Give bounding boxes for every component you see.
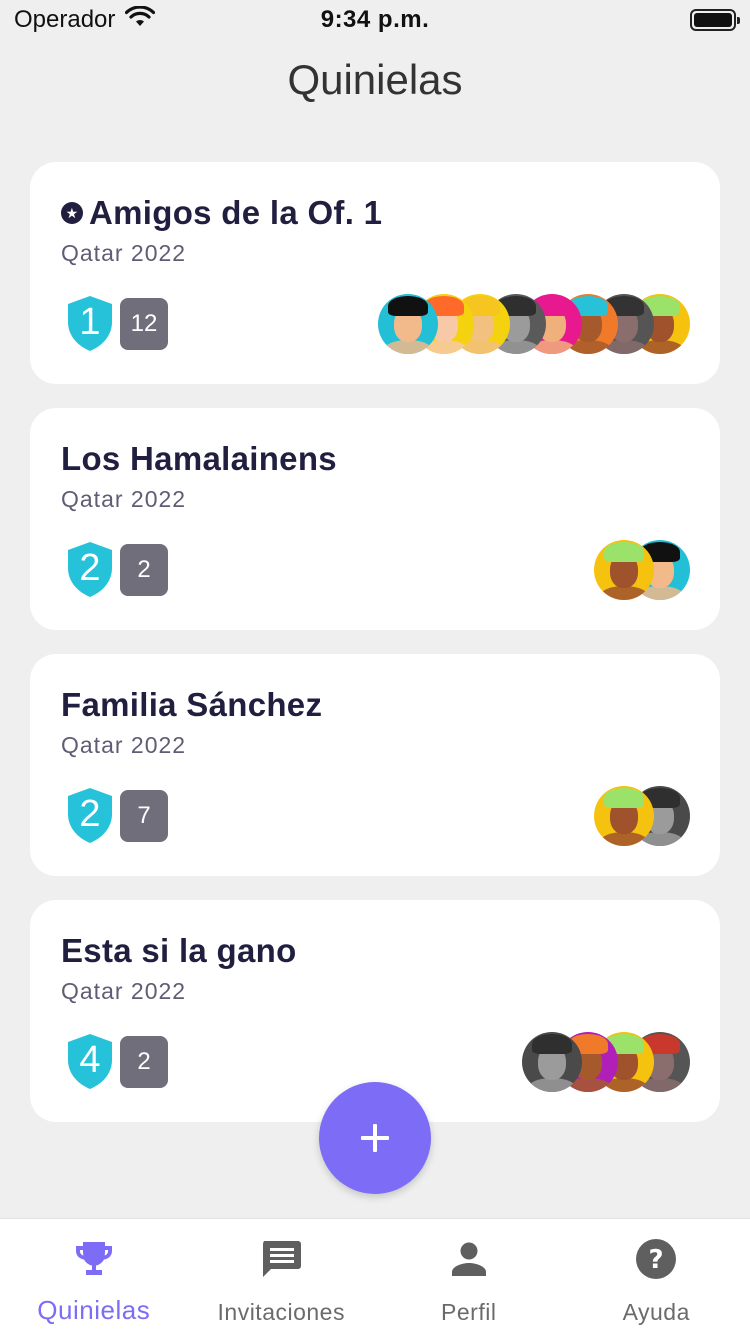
status-bar: Operador 9:34 p.m. (0, 0, 750, 40)
tab-label: Ayuda (622, 1299, 690, 1325)
rank-shield: 4 (66, 1032, 114, 1090)
person-icon (445, 1235, 493, 1283)
member-count-badge: 2 (120, 544, 168, 596)
pool-tournament: Qatar 2022 (61, 978, 187, 1004)
message-icon (257, 1235, 305, 1283)
pool-title: Los Hamalainens (61, 440, 337, 477)
tab-ayuda[interactable]: ? Ayuda (563, 1219, 750, 1334)
tab-invitaciones[interactable]: Invitaciones (188, 1219, 376, 1334)
member-count-badge: 7 (120, 790, 168, 842)
pool-tournament: Qatar 2022 (61, 486, 187, 512)
wifi-icon (125, 5, 156, 35)
tab-perfil[interactable]: Perfil (375, 1219, 563, 1334)
tab-label: Perfil (441, 1299, 497, 1325)
pool-title: Esta si la gano (61, 932, 297, 969)
member-avatars (522, 1032, 690, 1092)
member-count-badge: 2 (120, 1036, 168, 1088)
rank-shield: 2 (66, 786, 114, 844)
avatar (522, 1032, 582, 1092)
rank-number: 4 (79, 1039, 101, 1081)
star-icon: ★ (61, 202, 83, 224)
rank-shield: 2 (66, 540, 114, 598)
member-avatars (594, 786, 690, 846)
status-time: 9:34 p.m. (320, 6, 430, 33)
pool-tournament: Qatar 2022 (61, 240, 187, 266)
member-avatars (594, 540, 690, 600)
pool-title-row: ★ Amigos de la Of. 1 (61, 194, 382, 232)
pool-title: Familia Sánchez (61, 686, 323, 723)
member-avatars (378, 294, 690, 354)
bottom-tab-bar: Quinielas Invitaciones Perfil ? Ayuda (0, 1218, 750, 1334)
pool-title-row: Familia Sánchez (61, 686, 322, 724)
avatar (594, 786, 654, 846)
pool-card[interactable]: ★ Amigos de la Of. 1 Qatar 2022 1 12 (30, 162, 720, 384)
pool-title: Amigos de la Of. 1 (89, 194, 383, 231)
status-right (536, 9, 740, 31)
avatar (378, 294, 438, 354)
pool-title-row: Los Hamalainens (61, 440, 337, 478)
carrier-label: Operador (14, 6, 116, 33)
tab-label: Invitaciones (217, 1299, 345, 1325)
rank-number: 2 (79, 793, 101, 835)
rank-number: 1 (79, 301, 101, 343)
avatar (594, 540, 654, 600)
status-left: Operador (14, 5, 214, 35)
tab-label: Quinielas (37, 1295, 151, 1325)
pool-card[interactable]: Familia Sánchez Qatar 2022 2 7 (30, 654, 720, 876)
tab-quinielas[interactable]: Quinielas (0, 1219, 188, 1334)
pool-tournament: Qatar 2022 (61, 732, 187, 758)
trophy-icon (70, 1235, 118, 1283)
pool-title-row: Esta si la gano (61, 932, 297, 970)
plus-icon (361, 1124, 389, 1152)
pool-card[interactable]: Los Hamalainens Qatar 2022 2 2 (30, 408, 720, 630)
page-title: Quinielas (287, 56, 463, 103)
svg-text:?: ? (649, 1245, 664, 1275)
battery-icon (689, 9, 740, 31)
add-pool-button[interactable] (319, 1082, 431, 1194)
member-count-badge: 12 (120, 298, 168, 350)
help-icon: ? (632, 1235, 680, 1283)
rank-number: 2 (79, 547, 101, 589)
rank-shield: 1 (66, 294, 114, 352)
